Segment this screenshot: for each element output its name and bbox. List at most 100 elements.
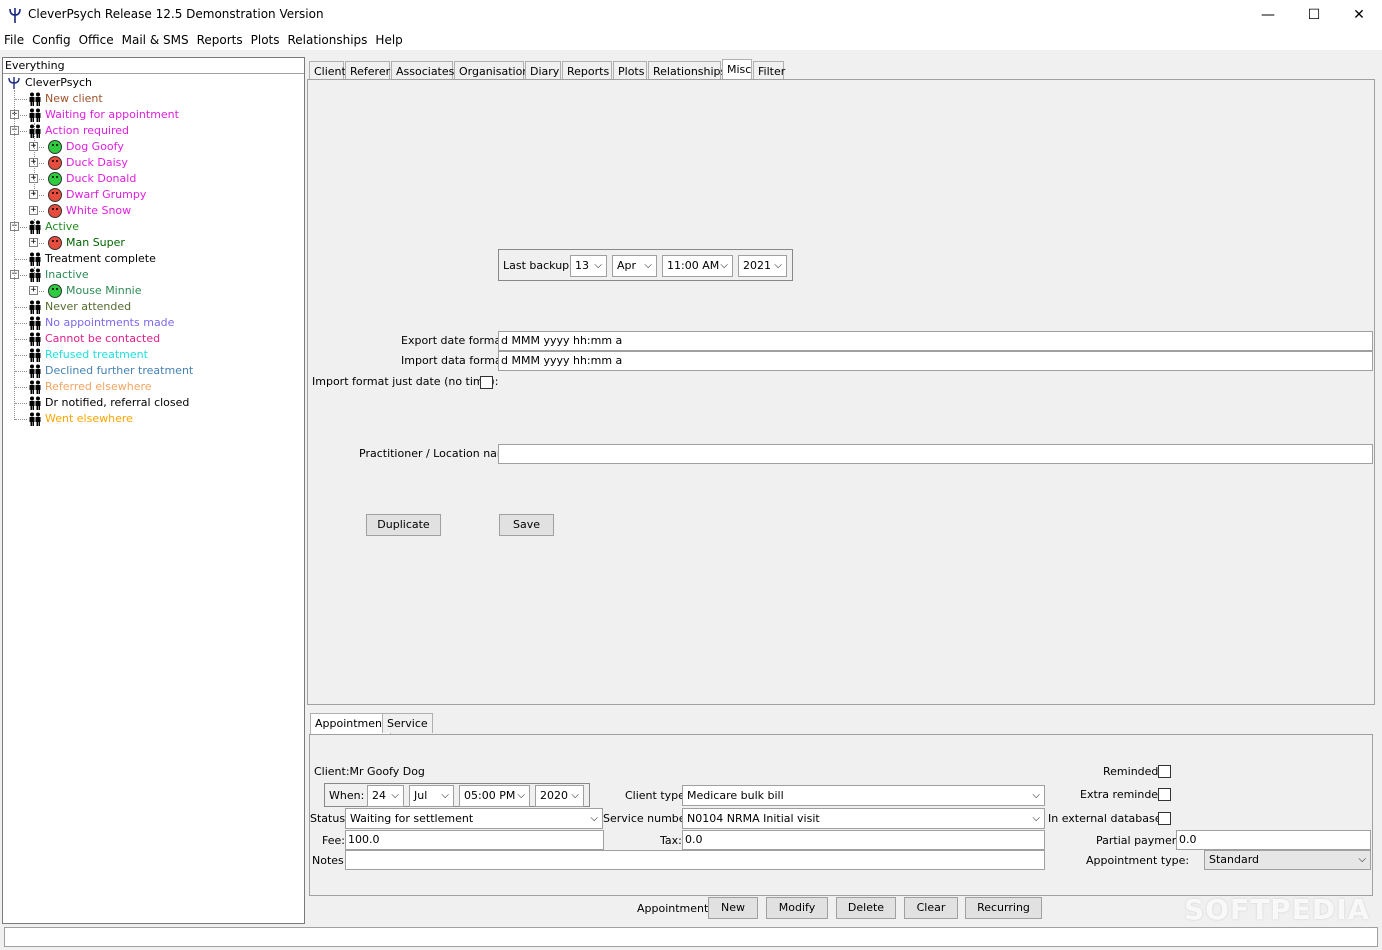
menu-mail-sms[interactable]: Mail & SMS [118,30,193,50]
people-group-icon [29,92,41,106]
menu-config[interactable]: Config [28,30,75,50]
modify-appointment-button[interactable]: Modify [766,897,828,919]
tree-category-item[interactable]: New client [3,91,304,107]
tree-category-item[interactable]: Dr notified, referral closed [3,395,304,411]
fee-input[interactable]: 100.0 [345,830,604,850]
expand-icon[interactable]: + [29,238,38,247]
smiley-face-icon [48,172,62,186]
tree-client-item[interactable]: + Mouse Minnie [3,283,304,299]
fee-label: Fee: [322,834,345,847]
backup-time-select[interactable]: 11:00 AM ⌵ [662,255,733,277]
maximize-button[interactable]: ☐ [1291,0,1337,30]
tab-associates[interactable]: Associates [391,61,454,81]
tab-service[interactable]: Service [382,713,433,733]
tree-trunk-line [14,90,15,420]
menu-relationships[interactable]: Relationships [284,30,372,50]
tree-category-item[interactable]: − Active [3,219,304,235]
tree-category-item[interactable]: Never attended [3,299,304,315]
tab-relationships[interactable]: Relationships [648,61,726,81]
client-type-label: Client type: [625,789,689,802]
status-select[interactable]: Waiting for settlement ⌵ [345,808,603,829]
appointment-day-select[interactable]: 24 ⌵ [367,785,404,807]
tree-client-item[interactable]: + Dwarf Grumpy [3,187,304,203]
menu-plots[interactable]: Plots [247,30,284,50]
appointment-type-select[interactable]: Standard ⌵ [1204,850,1371,870]
practitioner-location-label: Practitioner / Location name: [359,447,519,460]
practitioner-location-input[interactable] [498,444,1373,464]
tree-category-item[interactable]: No appointments made [3,315,304,331]
tab-appointment[interactable]: Appointment [310,713,392,736]
tree-client-item[interactable]: + White Snow [3,203,304,219]
partial-payment-input[interactable]: 0.0 [1176,830,1371,850]
expand-icon[interactable]: + [29,206,38,215]
tree-item-label: No appointments made [45,316,175,329]
tree-item-label: White Snow [66,204,132,217]
tree-connector-line [15,307,27,308]
tree-category-item[interactable]: − Inactive [3,267,304,283]
tree-connector-line [15,403,27,404]
last-backup-group: Last backup: 13 ⌵ Apr ⌵ 11:00 AM ⌵ 2021 ⌵ [498,249,793,281]
backup-day-select[interactable]: 13 ⌵ [570,255,607,277]
sad-face-icon [48,188,62,202]
status-label: Status: [310,812,349,825]
import-data-format-input[interactable]: d MMM yyyy hh:mm a [498,351,1373,371]
tab-referer[interactable]: Referer [345,61,390,81]
delete-appointment-button[interactable]: Delete [836,897,896,919]
menu-file[interactable]: File [0,30,28,50]
tree-category-item[interactable]: Treatment complete [3,251,304,267]
recurring-appointment-button[interactable]: Recurring [965,897,1042,919]
chevron-down-icon: ⌵ [517,790,525,801]
tab-diary[interactable]: Diary [525,61,561,81]
tree-category-item[interactable]: Cannot be contacted [3,331,304,347]
tree-item-label: Waiting for appointment [45,108,179,121]
notes-input[interactable] [345,850,1045,870]
tab-reports[interactable]: Reports [562,61,612,81]
tree-category-item[interactable]: Went elsewhere [3,411,304,427]
tree-category-item[interactable]: Referred elsewhere [3,379,304,395]
tax-input[interactable]: 0.0 [682,830,1045,850]
save-button[interactable]: Save [499,514,554,536]
tree-client-item[interactable]: + Duck Donald [3,171,304,187]
reminded-checkbox[interactable] [1158,765,1171,778]
tree-category-item[interactable]: Refused treatment [3,347,304,363]
external-database-checkbox[interactable] [1158,812,1171,825]
tree-item-label: Referred elsewhere [45,380,152,393]
service-number-select[interactable]: N0104 NRMA Initial visit ⌵ [682,808,1045,829]
menu-help[interactable]: Help [371,30,406,50]
tab-filter[interactable]: Filter [753,61,785,81]
appointment-time-select[interactable]: 05:00 PM ⌵ [459,785,530,807]
tree-item-label: Dog Goofy [66,140,124,153]
people-group-icon [29,220,41,234]
appointment-month-select[interactable]: Jul ⌵ [409,785,454,807]
tree-category-item[interactable]: Declined further treatment [3,363,304,379]
extra-reminded-checkbox[interactable] [1158,788,1171,801]
tree-client-item[interactable]: + Man Super [3,235,304,251]
tab-client[interactable]: Client [309,61,346,81]
tree-item-label: Cannot be contacted [45,332,161,345]
backup-month-select[interactable]: Apr ⌵ [612,255,657,277]
tree-client-item[interactable]: + Dog Goofy [3,139,304,155]
tab-plots[interactable]: Plots [613,61,647,81]
new-appointment-button[interactable]: New [708,897,758,919]
tree-connector-line [15,371,27,372]
people-group-icon [29,252,41,266]
import-just-date-checkbox[interactable] [480,376,493,389]
tree-root-label[interactable]: CleverPsych [25,75,92,91]
tree-client-item[interactable]: + Duck Daisy [3,155,304,171]
tree-category-item[interactable]: + Waiting for appointment [3,107,304,123]
export-date-format-input[interactable]: d MMM yyyy hh:mm a [498,331,1373,351]
backup-year-select[interactable]: 2021 ⌵ [738,255,787,277]
tree-category-item[interactable]: − Action required [3,123,304,139]
appointment-year-select[interactable]: 2020 ⌵ [535,785,584,807]
duplicate-button[interactable]: Duplicate [366,514,441,536]
tree-branch-line-action-required [34,123,35,195]
expand-icon[interactable]: + [29,286,38,295]
sad-face-icon [48,236,62,250]
minimize-button[interactable]: — [1245,0,1291,30]
menu-office[interactable]: Office [75,30,118,50]
client-type-select[interactable]: Medicare bulk bill ⌵ [682,785,1045,806]
close-button[interactable]: ✕ [1336,0,1382,30]
clear-appointment-button[interactable]: Clear [904,897,958,919]
menu-reports[interactable]: Reports [193,30,247,50]
tab-organisation[interactable]: Organisation [454,61,529,81]
